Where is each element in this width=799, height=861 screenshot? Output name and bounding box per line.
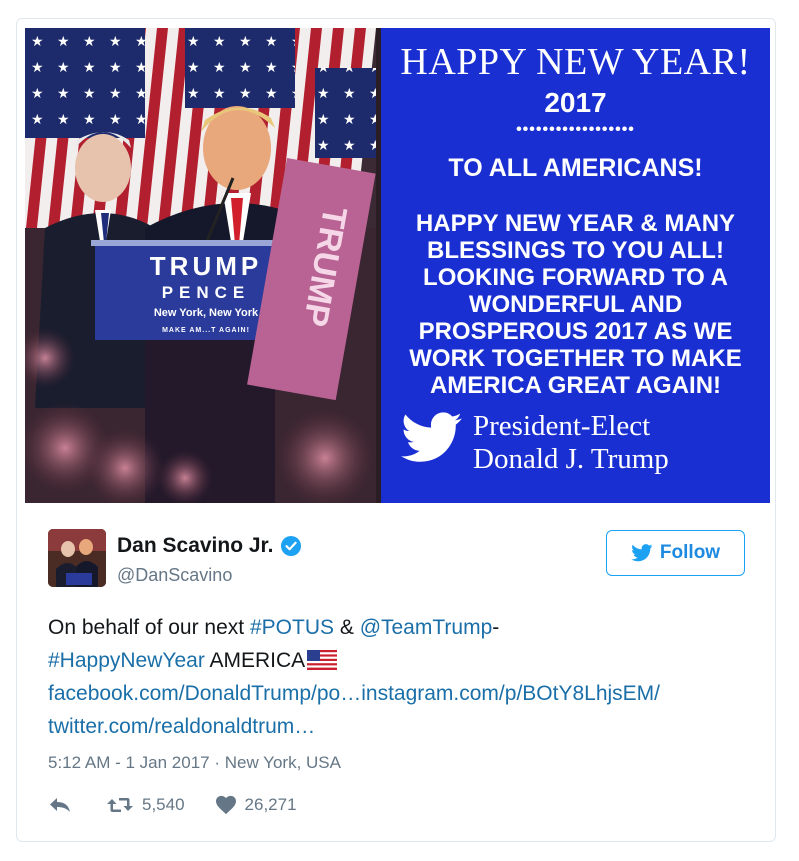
reply-icon[interactable] [48, 795, 72, 815]
banner-message-line: LOOKING FORWARD TO A [423, 264, 728, 291]
rally-photo-illustration: ★ [25, 28, 376, 503]
podium-trump-text: TRUMP [150, 251, 262, 281]
like-count: 26,271 [244, 795, 297, 814]
tweet-text-part: On behalf of our next [48, 616, 250, 639]
facebook-link[interactable]: facebook.com/DonaldTrump/po… [48, 682, 361, 705]
avatar[interactable] [48, 529, 106, 587]
banner-dots: •••••••••••••••••• [516, 121, 635, 138]
tweet-text-line: On behalf of our next #POTUS & @TeamTrum… [48, 611, 768, 644]
retweet-icon [107, 798, 133, 812]
like-action[interactable]: 26,271 [215, 795, 297, 815]
banner-message-line: BLESSINGS TO YOU ALL! [427, 237, 724, 264]
author-name[interactable]: Dan Scavino Jr. [117, 534, 273, 558]
new-year-banner: HAPPY NEW YEAR! 2017 •••••••••••••••••• … [381, 28, 770, 503]
podium-pence-text: PENCE [162, 283, 251, 302]
verified-badge-icon [281, 536, 302, 556]
banner-year: 2017 [544, 87, 607, 118]
tweet-text-part: - [492, 616, 500, 639]
tweet-meta: 5:12 AM - 1 Jan 2017 · New York, USA [48, 753, 341, 773]
heart-icon [215, 795, 236, 815]
banner-title: HAPPY NEW YEAR! [400, 41, 751, 83]
meta-separator: · [214, 753, 221, 772]
author-name-row: Dan Scavino Jr. [117, 534, 302, 558]
twitter-link[interactable]: twitter.com/realdonaldtrum… [48, 715, 315, 738]
instagram-link[interactable]: instagram.com/p/BOtY8LhjsEM/ [361, 682, 660, 705]
podium-slogan-text: MAKE AM...T AGAIN! [162, 327, 250, 334]
banner-message-line: HAPPY NEW YEAR & MANY [415, 210, 736, 237]
tweet-text-line: #HappyNewYear AMERICA [48, 644, 768, 677]
retweet-count: 5,540 [142, 795, 185, 814]
signature-title: President-Elect [473, 410, 651, 442]
follow-button[interactable]: Follow [606, 530, 745, 576]
banner-message-line: WONDERFUL AND [468, 291, 683, 318]
twitter-bird-icon [401, 412, 462, 462]
avatar-image [48, 529, 106, 587]
tweet-media-image[interactable]: ★ [25, 28, 770, 503]
tweet-text: On behalf of our next #POTUS & @TeamTrum… [48, 611, 768, 743]
tweet-text-line: facebook.com/DonaldTrump/po…instagram.co… [48, 677, 768, 710]
rally-photo: ★ [25, 28, 376, 503]
retweet-action[interactable]: 5,540 [106, 795, 185, 815]
hashtag-happynewyear-link[interactable]: #HappyNewYear [48, 649, 205, 672]
tweet-text-line: twitter.com/realdonaldtrum… [48, 710, 768, 743]
banner-message-line: AMERICA GREAT AGAIN! [429, 372, 722, 399]
hashtag-potus-link[interactable]: #POTUS [250, 616, 334, 639]
banner-message: HAPPY NEW YEAR & MANY BLESSINGS TO YOU A… [389, 210, 762, 399]
tweet-actions: 5,540 26,271 [48, 795, 297, 815]
us-flag-icon [307, 650, 338, 670]
banner-signature: President-Elect Donald J. Trump [473, 410, 669, 476]
banner-subtitle: TO ALL AMERICANS! [448, 154, 703, 182]
author-handle[interactable]: @DanScavino [117, 565, 232, 586]
timestamp-link[interactable]: 5:12 AM - 1 Jan 2017 [48, 753, 210, 772]
mention-teamtrump-link[interactable]: @TeamTrump [360, 616, 493, 639]
follow-label: Follow [659, 542, 721, 563]
banner-message-line: PROSPEROUS 2017 AS WE [418, 318, 733, 345]
tweet-text-part: & [334, 616, 360, 639]
tweet-text-part: AMERICA [204, 649, 306, 672]
podium-location-text: New York, New York [154, 307, 259, 319]
twitter-bird-icon [631, 544, 653, 562]
embedded-tweet-card: ★ [16, 18, 776, 842]
banner-message-line: WORK TOGETHER TO MAKE [409, 345, 742, 372]
location-link[interactable]: New York, USA [225, 753, 341, 772]
signature-name: Donald J. Trump [473, 443, 669, 475]
